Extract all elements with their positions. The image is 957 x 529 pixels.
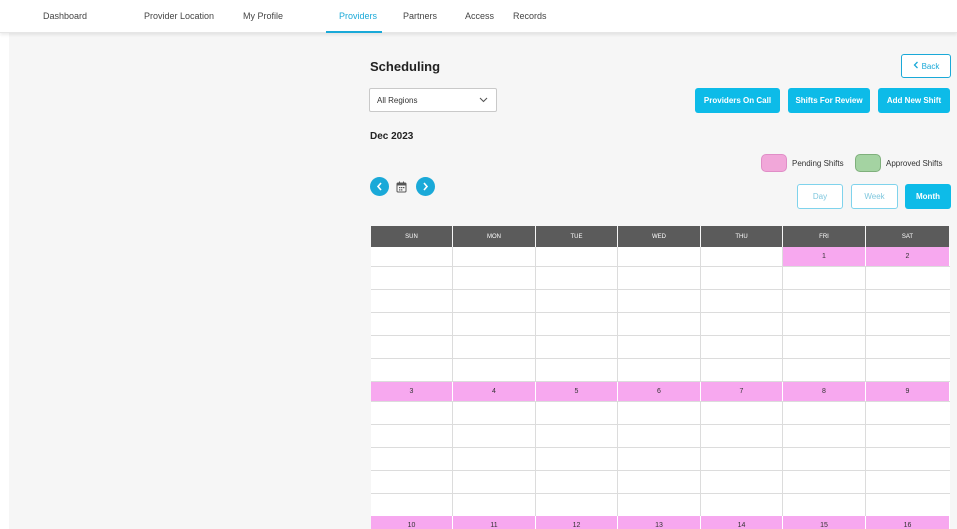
weekday-header-wed: WED — [618, 226, 701, 247]
slot-divider — [371, 312, 950, 313]
date-cell[interactable]: 14 — [701, 516, 783, 529]
date-cell[interactable]: 3 — [371, 382, 453, 401]
chevron-left-icon — [913, 61, 919, 71]
calendar-body: 1 2 3 4 5 6 7 8 9 10 11 12 13 14 15 16 — [371, 247, 950, 529]
date-cell[interactable]: 7 — [701, 382, 783, 401]
previous-month-button[interactable] — [370, 177, 389, 196]
nav-item-access[interactable]: Access — [465, 11, 494, 21]
nav-item-records[interactable]: Records — [513, 11, 547, 21]
slot-divider — [371, 289, 950, 290]
date-cell[interactable]: 10 — [371, 516, 453, 529]
approved-legend-label: Approved Shifts — [886, 159, 943, 168]
weekday-header-sun: SUN — [371, 226, 453, 247]
weekday-header-tue: TUE — [536, 226, 618, 247]
date-cell[interactable]: 12 — [536, 516, 618, 529]
nav-item-my-profile[interactable]: My Profile — [243, 11, 283, 21]
back-button[interactable]: Back — [901, 54, 951, 78]
month-label: Dec 2023 — [370, 131, 414, 142]
nav-item-provider-location[interactable]: Provider Location — [144, 11, 214, 21]
chevron-left-icon — [376, 178, 383, 196]
weekday-header-mon: MON — [453, 226, 536, 247]
slot-divider — [371, 493, 950, 494]
nav-item-dashboard[interactable]: Dashboard — [43, 11, 87, 21]
top-navigation: Dashboard Provider Location My Profile P… — [0, 0, 957, 33]
date-cell[interactable]: 11 — [453, 516, 536, 529]
slot-divider — [371, 335, 950, 336]
calendar-icon[interactable] — [396, 180, 407, 193]
chevron-down-icon — [479, 96, 488, 105]
next-month-button[interactable] — [416, 177, 435, 196]
month-calendar: SUN MON TUE WED THU FRI SAT 1 2 3 4 5 6 7 8 9 10 11 12 13 1… — [371, 226, 950, 529]
date-cell[interactable]: 16 — [866, 516, 950, 529]
weekday-header-thu: THU — [701, 226, 783, 247]
pending-legend-label: Pending Shifts — [792, 159, 844, 168]
shifts-for-review-button[interactable]: Shifts For Review — [788, 88, 870, 113]
page-title: Scheduling — [370, 59, 441, 74]
date-cell[interactable]: 15 — [783, 516, 866, 529]
slot-divider — [371, 470, 950, 471]
week-view-button[interactable]: Week — [851, 184, 898, 209]
weekday-header-fri: FRI — [783, 226, 866, 247]
active-tab-indicator — [326, 31, 382, 33]
slot-divider — [371, 358, 950, 359]
region-select[interactable]: All Regions — [369, 88, 497, 112]
slot-divider — [371, 424, 950, 425]
weekday-header-row: SUN MON TUE WED THU FRI SAT — [371, 226, 950, 247]
date-cell[interactable]: 9 — [866, 382, 950, 401]
day-view-button[interactable]: Day — [797, 184, 843, 209]
slot-divider — [371, 401, 950, 402]
slot-divider — [371, 447, 950, 448]
month-view-button[interactable]: Month — [905, 184, 951, 209]
approved-legend-swatch — [855, 154, 881, 172]
date-cell[interactable]: 2 — [866, 247, 950, 266]
nav-item-providers[interactable]: Providers — [339, 11, 377, 21]
add-new-shift-button[interactable]: Add New Shift — [878, 88, 950, 113]
region-select-value: All Regions — [377, 95, 418, 105]
weekday-header-sat: SAT — [866, 226, 950, 247]
providers-on-call-button[interactable]: Providers On Call — [695, 88, 780, 113]
date-cell[interactable]: 8 — [783, 382, 866, 401]
date-cell[interactable]: 4 — [453, 382, 536, 401]
chevron-right-icon — [422, 178, 429, 196]
date-cell[interactable]: 13 — [618, 516, 701, 529]
slot-divider — [371, 266, 950, 267]
back-button-label: Back — [921, 61, 940, 71]
nav-item-partners[interactable]: Partners — [403, 11, 437, 21]
date-cell[interactable]: 6 — [618, 382, 701, 401]
pending-legend-swatch — [761, 154, 787, 172]
date-cell[interactable]: 5 — [536, 382, 618, 401]
date-cell[interactable]: 1 — [783, 247, 866, 266]
